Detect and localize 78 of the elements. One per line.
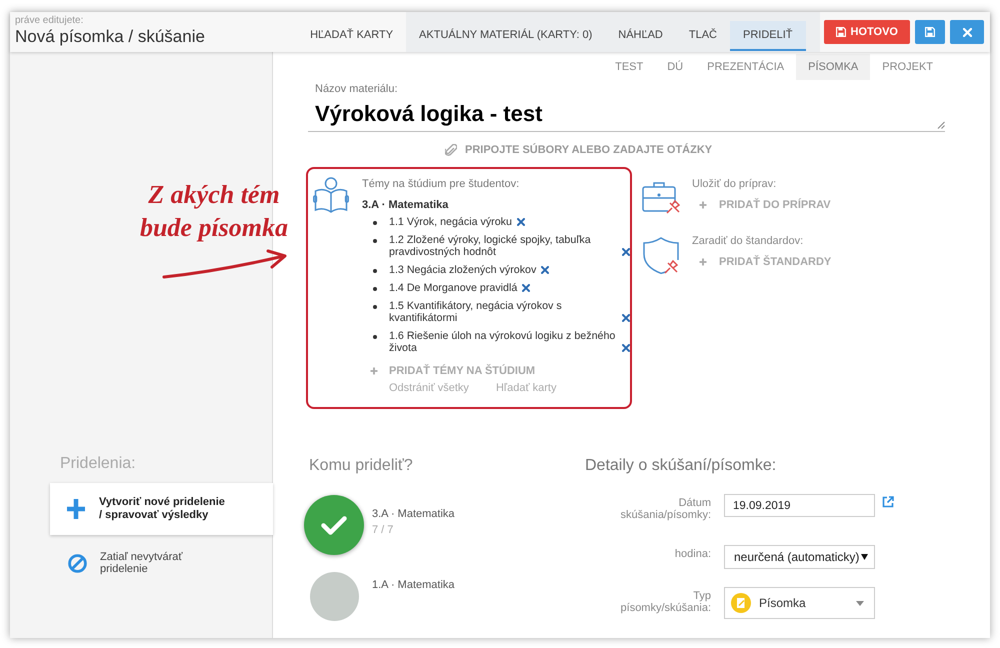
field-label: hodina: bbox=[674, 548, 711, 560]
section-label: Zaradiť do štandardov: bbox=[692, 234, 804, 248]
external-link-icon[interactable] bbox=[882, 496, 894, 508]
text-link[interactable]: Hľadať karty bbox=[496, 381, 556, 395]
bullet-icon bbox=[373, 287, 377, 291]
resize-handle-icon[interactable] bbox=[937, 121, 945, 129]
nav-tab[interactable]: TLAČ bbox=[676, 21, 730, 51]
field-label: Typ písomky/skúšania: bbox=[620, 590, 711, 614]
topic-label: 1.2 Zložené výroky, logické spojky, tabuľka pravdivostných hodnôt bbox=[389, 234, 592, 258]
assignment-option[interactable]: Zatiaľ nevytvárať pridelenie bbox=[50, 543, 273, 583]
shield-pin-icon bbox=[643, 237, 679, 274]
nav-tab[interactable]: AKTUÁLNY MATERIÁL (KARTY: 0) bbox=[406, 21, 606, 51]
close-icon bbox=[962, 28, 972, 36]
nav-tab[interactable]: PRIDELIŤ bbox=[730, 21, 806, 51]
section-label: Uložiť do príprav: bbox=[692, 177, 776, 191]
add-link[interactable]: PRIDAŤ ŠTANDARDY bbox=[699, 255, 832, 269]
bullet-icon bbox=[373, 239, 377, 243]
done-button[interactable]: HOTOVO bbox=[824, 20, 910, 44]
paperclip-icon bbox=[445, 144, 457, 156]
bullet-icon bbox=[373, 221, 377, 225]
bullet-icon bbox=[373, 335, 377, 339]
name-field[interactable]: Výroková logika - test bbox=[308, 96, 945, 132]
ban-icon bbox=[68, 554, 87, 572]
close-icon[interactable] bbox=[622, 314, 630, 322]
section-heading: Detaily o skúšaní/písomke: bbox=[585, 456, 776, 476]
text-link[interactable]: Odstrániť všetky bbox=[389, 381, 469, 395]
nav-tab[interactable]: HĽADAŤ KARTY bbox=[297, 21, 406, 51]
close-icon[interactable] bbox=[516, 218, 525, 226]
assignment-option[interactable]: Vytvoriť nové pridelenie / spravovať výsledky bbox=[50, 483, 273, 535]
topic-label: 1.1 Výrok, negácia výroku bbox=[389, 216, 512, 228]
save-button[interactable] bbox=[915, 20, 945, 44]
close-icon[interactable] bbox=[622, 248, 630, 256]
type-tab[interactable]: TEST bbox=[603, 54, 656, 80]
topic-label: 1.3 Negácia zložených výrokov bbox=[389, 264, 536, 276]
briefcase-pin-icon bbox=[642, 180, 680, 214]
add-topics-link[interactable]: PRIDAŤ TÉMY NA ŠTÚDIUM bbox=[370, 364, 536, 378]
save-icon bbox=[925, 27, 935, 37]
type-tab[interactable]: PÍSOMKA bbox=[796, 54, 870, 80]
student-count: 7 / 7 bbox=[372, 523, 394, 537]
dropdown[interactable]: Písomka bbox=[724, 587, 875, 619]
close-icon[interactable] bbox=[541, 266, 550, 274]
field-label: Názov materiálu: bbox=[315, 82, 398, 96]
plus-icon bbox=[66, 498, 86, 520]
plus-icon bbox=[370, 367, 378, 375]
caption-text: práve editujete: bbox=[15, 15, 84, 27]
type-tab[interactable]: DÚ bbox=[655, 54, 696, 80]
date-field[interactable]: 19.09.2019 bbox=[724, 494, 875, 517]
field-label: Dátum skúšania/písomky: bbox=[620, 497, 711, 521]
add-link[interactable]: PRIDAŤ DO PRÍPRAV bbox=[699, 198, 831, 212]
close-button[interactable] bbox=[950, 20, 984, 44]
topics-heading: Témy na štúdium pre študentov: bbox=[362, 177, 520, 191]
caret-icon bbox=[861, 554, 868, 560]
annotation-text: Z akých tém bude písomka bbox=[138, 179, 290, 244]
close-icon[interactable] bbox=[622, 344, 630, 352]
plus-icon bbox=[699, 258, 707, 266]
class-name: 3.A · Matematika bbox=[372, 507, 455, 521]
caret-icon bbox=[856, 600, 864, 606]
type-tab[interactable]: PROJEKT bbox=[870, 54, 945, 80]
class-name: 1.A · Matematika bbox=[372, 578, 455, 592]
dropdown[interactable]: neurčená (automaticky) bbox=[724, 545, 875, 569]
topic-label: 1.4 De Morganove pravidlá bbox=[389, 282, 518, 294]
topic-label: 1.6 Riešenie úloh na výrokovú logiku z bežného života bbox=[389, 330, 616, 354]
document-title: Nová písomka / skúšanie bbox=[15, 27, 205, 47]
class-subject-label: 3.A · Matematika bbox=[362, 198, 448, 212]
bullet-icon bbox=[373, 269, 377, 273]
plus-icon bbox=[699, 201, 707, 209]
attach-link[interactable]: PRIPOJTE SÚBORY ALEBO ZADAJTE OTÁZKY bbox=[445, 143, 712, 157]
section-heading: Pridelenia: bbox=[60, 454, 136, 474]
bullet-icon bbox=[373, 305, 377, 309]
reader-book-icon bbox=[313, 177, 349, 213]
nav-tab[interactable]: NÁHĽAD bbox=[605, 21, 676, 51]
section-heading: Komu prideliť? bbox=[309, 456, 413, 476]
type-tab[interactable]: PREZENTÁCIA bbox=[695, 54, 796, 80]
save-icon bbox=[836, 27, 846, 37]
check-icon bbox=[321, 515, 347, 535]
close-icon[interactable] bbox=[522, 284, 530, 292]
note-icon bbox=[731, 593, 751, 613]
topic-label: 1.5 Kvantifikátory, negácia výrokov s kvantifikátormi bbox=[389, 300, 563, 324]
